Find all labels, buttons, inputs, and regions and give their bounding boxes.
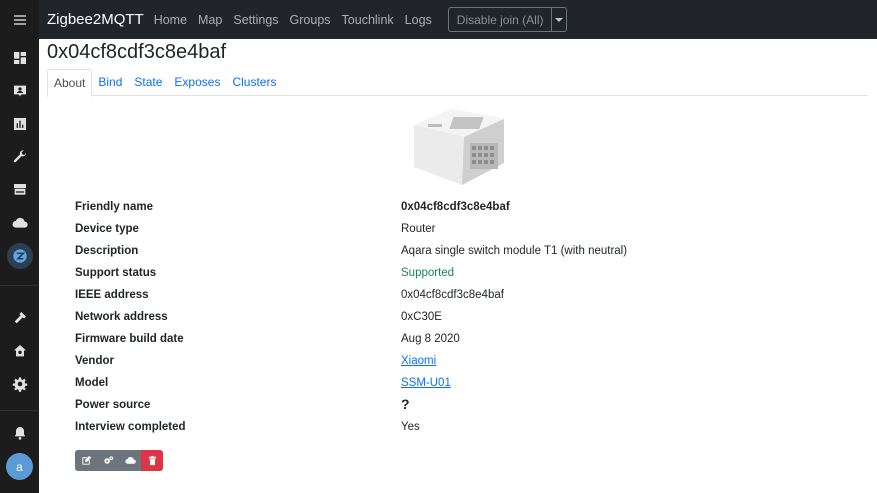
tab-about[interactable]: About <box>47 69 93 97</box>
brand-title[interactable]: Zigbee2MQTT <box>47 11 144 28</box>
support-status-value: Supported <box>401 267 455 279</box>
ieee-address-value: 0x04cf8cdf3c8e4baf <box>401 289 504 301</box>
configure-button[interactable] <box>97 450 119 471</box>
zigbee2mqtt-icon[interactable] <box>0 240 39 272</box>
friendly-name-value: 0x04cf8cdf3c8e4baf <box>401 201 510 213</box>
tab-clusters[interactable]: Clusters <box>226 69 282 96</box>
sidebar: a <box>0 0 39 493</box>
prop-key: Interview completed <box>75 421 186 433</box>
nav-home[interactable]: Home <box>154 13 187 27</box>
model-link[interactable]: SSM-U01 <box>401 377 451 389</box>
tab-exposes[interactable]: Exposes <box>168 69 226 96</box>
power-source-unknown-icon: ? <box>401 396 410 412</box>
app: a Zigbee2MQTT Home Map Settings Groups T… <box>0 0 877 493</box>
prop-row-interview-completed: Interview completed Yes <box>75 416 835 438</box>
edit-icon <box>81 455 91 465</box>
permit-join-group: Disable join (All) <box>447 7 568 32</box>
firmware-date-value: Aug 8 2020 <box>401 333 460 345</box>
prop-key: Firmware build date <box>75 333 184 345</box>
prop-key: Friendly name <box>75 201 153 213</box>
dashboard-icon[interactable] <box>0 42 39 74</box>
prop-key: Power source <box>75 399 151 411</box>
device-page: 0x04cf8cdf3c8e4baf About Bind State Expo… <box>39 39 877 493</box>
prop-key: IEEE address <box>75 289 149 301</box>
trash-icon <box>148 455 156 466</box>
device-tabs: About Bind State Exposes Clusters <box>47 69 868 97</box>
description-value: Aqara single switch module T1 (with neut… <box>401 245 628 257</box>
prop-row-description: Description Aqara single switch module T… <box>75 240 835 262</box>
prop-row-support-status: Support status Supported <box>75 262 835 284</box>
nav-groups[interactable]: Groups <box>290 13 331 27</box>
prop-key: Model <box>75 377 109 389</box>
gear-icon[interactable] <box>0 368 39 400</box>
join-dropdown-toggle[interactable] <box>551 8 566 31</box>
map-marker-icon[interactable] <box>0 75 39 107</box>
cogs-icon <box>103 456 113 464</box>
prop-row-friendly-name: Friendly name 0x04cf8cdf3c8e4baf <box>75 196 835 218</box>
wrench-icon[interactable] <box>0 141 39 173</box>
prop-row-firmware-date: Firmware build date Aug 8 2020 <box>75 328 835 350</box>
hammer-icon[interactable] <box>0 302 39 334</box>
prop-key: Network address <box>75 311 168 323</box>
sidebar-divider <box>0 285 39 286</box>
nav-map[interactable]: Map <box>198 13 222 27</box>
device-properties: Friendly name 0x04cf8cdf3c8e4baf Device … <box>75 196 835 438</box>
chart-icon[interactable] <box>0 108 39 140</box>
prop-row-power-source: Power source ? <box>75 394 835 416</box>
network-address-value: 0xC30E <box>401 311 442 323</box>
prop-key: Description <box>75 245 139 257</box>
prop-row-network-address: Network address 0xC30E <box>75 306 835 328</box>
menu-icon[interactable] <box>0 4 39 36</box>
prop-key: Device type <box>75 223 139 235</box>
cloud-icon[interactable] <box>0 207 39 239</box>
chevron-down-icon <box>555 17 564 22</box>
prop-row-device-type: Device type Router <box>75 218 835 240</box>
interview-completed-value: Yes <box>401 421 420 433</box>
bell-icon[interactable] <box>0 417 39 449</box>
remove-device-button[interactable] <box>141 450 163 471</box>
nav-logs[interactable]: Logs <box>405 13 432 27</box>
prop-row-model: Model SSM-U01 <box>75 372 835 394</box>
cloud-icon <box>124 456 136 464</box>
vendor-link[interactable]: Xiaomi <box>401 355 436 367</box>
tab-state[interactable]: State <box>128 69 168 96</box>
prop-key: Support status <box>75 267 157 279</box>
disable-join-button[interactable]: Disable join (All) <box>449 8 552 31</box>
top-navbar: Zigbee2MQTT Home Map Settings Groups Tou… <box>39 0 877 39</box>
ota-update-button[interactable] <box>119 450 141 471</box>
device-actions <box>75 450 163 471</box>
nav-touchlink[interactable]: Touchlink <box>342 13 394 27</box>
sidebar-divider <box>0 410 39 411</box>
rename-button[interactable] <box>75 450 97 471</box>
device-type-value: Router <box>401 223 436 235</box>
user-avatar[interactable]: a <box>6 453 33 480</box>
page-title: 0x04cf8cdf3c8e4baf <box>47 41 227 63</box>
hacs-icon[interactable] <box>0 174 39 206</box>
nav-settings[interactable]: Settings <box>233 13 278 27</box>
home-settings-icon[interactable] <box>0 335 39 367</box>
tab-bind[interactable]: Bind <box>92 69 128 96</box>
prop-key: Vendor <box>75 355 114 367</box>
zigbee2mqtt-icon-badge <box>6 243 33 269</box>
device-image <box>414 109 504 185</box>
prop-row-ieee-address: IEEE address 0x04cf8cdf3c8e4baf <box>75 284 835 306</box>
prop-row-vendor: Vendor Xiaomi <box>75 350 835 372</box>
